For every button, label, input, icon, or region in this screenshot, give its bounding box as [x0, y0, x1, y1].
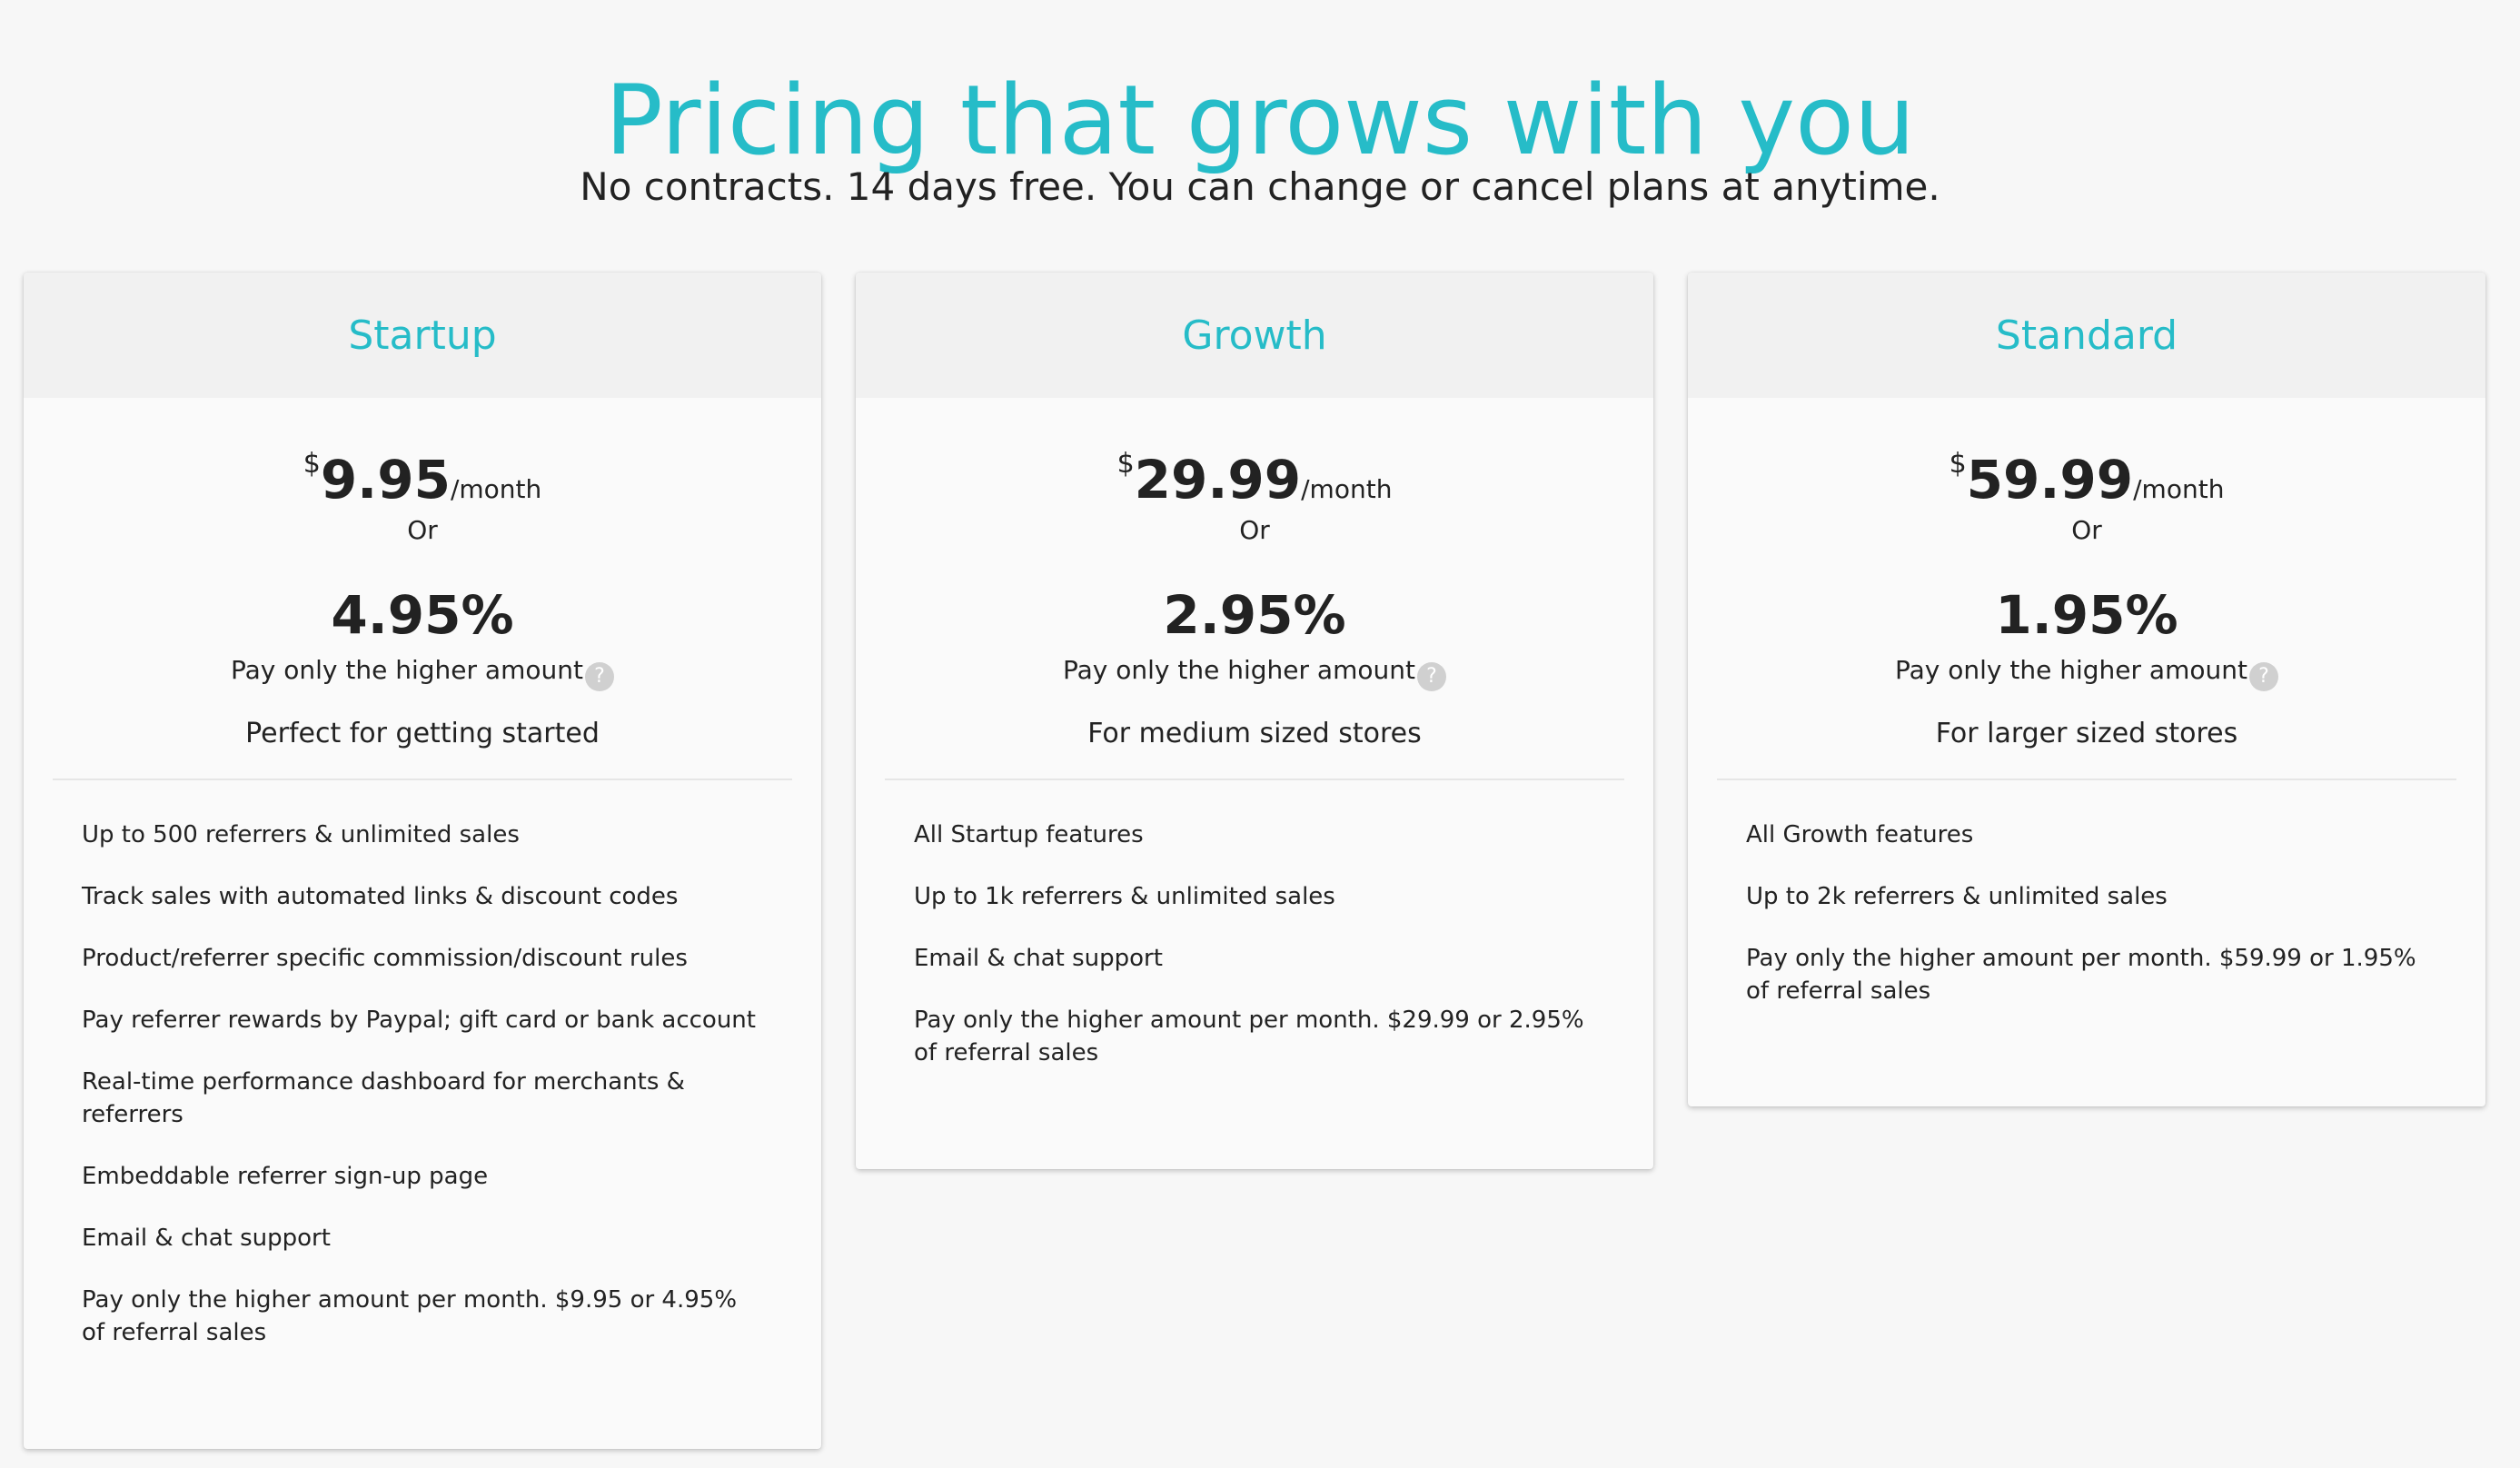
higher-amount-label: Pay only the higher amount	[1895, 655, 2247, 685]
plan-card-standard: Standard $59.99/month Or 1.95% Pay only …	[1688, 273, 2485, 1106]
plan-name: Standard	[1688, 273, 2485, 398]
divider	[1717, 779, 2456, 780]
feature-item: Pay referrer rewards by Paypal; gift car…	[82, 1007, 756, 1034]
feature-item: All Startup features	[914, 821, 1144, 848]
help-icon[interactable]: ?	[584, 662, 614, 691]
or-separator: Or	[1239, 515, 1270, 545]
page-title: Pricing that grows with you	[604, 64, 1916, 177]
feature-item: All Growth features	[1746, 821, 1974, 848]
plan-tagline: For medium sized stores	[1087, 718, 1422, 749]
price-period: /month	[450, 474, 542, 504]
feature-item: Real-time performance dashboard for merc…	[82, 1068, 685, 1128]
price-amount: 29.99	[1134, 449, 1302, 511]
price-period: /month	[2133, 474, 2225, 504]
feature-list: Up to 500 referrers & unlimited sales Tr…	[24, 818, 821, 1349]
divider	[885, 779, 1624, 780]
price-amount: 9.95	[320, 449, 451, 511]
feature-item: Pay only the higher amount per month. $9…	[82, 1286, 738, 1346]
plan-percent: 2.95%	[1163, 584, 1346, 646]
feature-list: All Growth features Up to 2k referrers &…	[1688, 818, 2485, 1007]
feature-item: Email & chat support	[82, 1225, 331, 1252]
feature-item: Track sales with automated links & disco…	[82, 883, 679, 910]
page-subtitle: No contracts. 14 days free. You can chan…	[580, 164, 1940, 209]
higher-amount-note: Pay only the higher amount?	[856, 652, 1653, 691]
plan-card-growth: Growth $29.99/month Or 2.95% Pay only th…	[856, 273, 1653, 1169]
plan-percent: 4.95%	[331, 584, 514, 646]
feature-item: Pay only the higher amount per month. $5…	[1746, 945, 2416, 1005]
price-amount: 59.99	[1966, 449, 2134, 511]
higher-amount-note: Pay only the higher amount?	[24, 652, 821, 691]
feature-item: Up to 2k referrers & unlimited sales	[1746, 883, 2168, 910]
plan-card-startup: Startup $9.95/month Or 4.95% Pay only th…	[24, 273, 821, 1449]
or-separator: Or	[2071, 515, 2102, 545]
plan-price: $29.99/month	[856, 432, 1653, 511]
plan-percent: 1.95%	[1995, 584, 2178, 646]
feature-item: Up to 1k referrers & unlimited sales	[914, 883, 1335, 910]
higher-amount-label: Pay only the higher amount	[1063, 655, 1415, 685]
divider	[53, 779, 792, 780]
plan-tagline: For larger sized stores	[1935, 718, 2238, 749]
plan-name: Growth	[856, 273, 1653, 398]
price-currency: $	[1949, 448, 1967, 480]
or-separator: Or	[407, 515, 438, 545]
feature-list: All Startup features Up to 1k referrers …	[856, 818, 1653, 1069]
feature-item: Up to 500 referrers & unlimited sales	[82, 821, 520, 848]
pricing-plans: Startup $9.95/month Or 4.95% Pay only th…	[24, 273, 2496, 1453]
higher-amount-note: Pay only the higher amount?	[1688, 652, 2485, 691]
higher-amount-label: Pay only the higher amount	[231, 655, 583, 685]
feature-item: Pay only the higher amount per month. $2…	[914, 1007, 1584, 1066]
plan-name: Startup	[24, 273, 821, 398]
price-currency: $	[1116, 448, 1135, 480]
help-icon[interactable]: ?	[1416, 662, 1446, 691]
help-icon[interactable]: ?	[2248, 662, 2278, 691]
plan-price: $9.95/month	[24, 432, 821, 511]
price-currency: $	[303, 448, 321, 480]
plan-tagline: Perfect for getting started	[245, 718, 600, 749]
plan-price: $59.99/month	[1688, 432, 2485, 511]
feature-item: Email & chat support	[914, 945, 1163, 972]
feature-item: Embeddable referrer sign-up page	[82, 1163, 489, 1190]
price-period: /month	[1301, 474, 1393, 504]
feature-item: Product/referrer specific commission/dis…	[82, 945, 688, 972]
